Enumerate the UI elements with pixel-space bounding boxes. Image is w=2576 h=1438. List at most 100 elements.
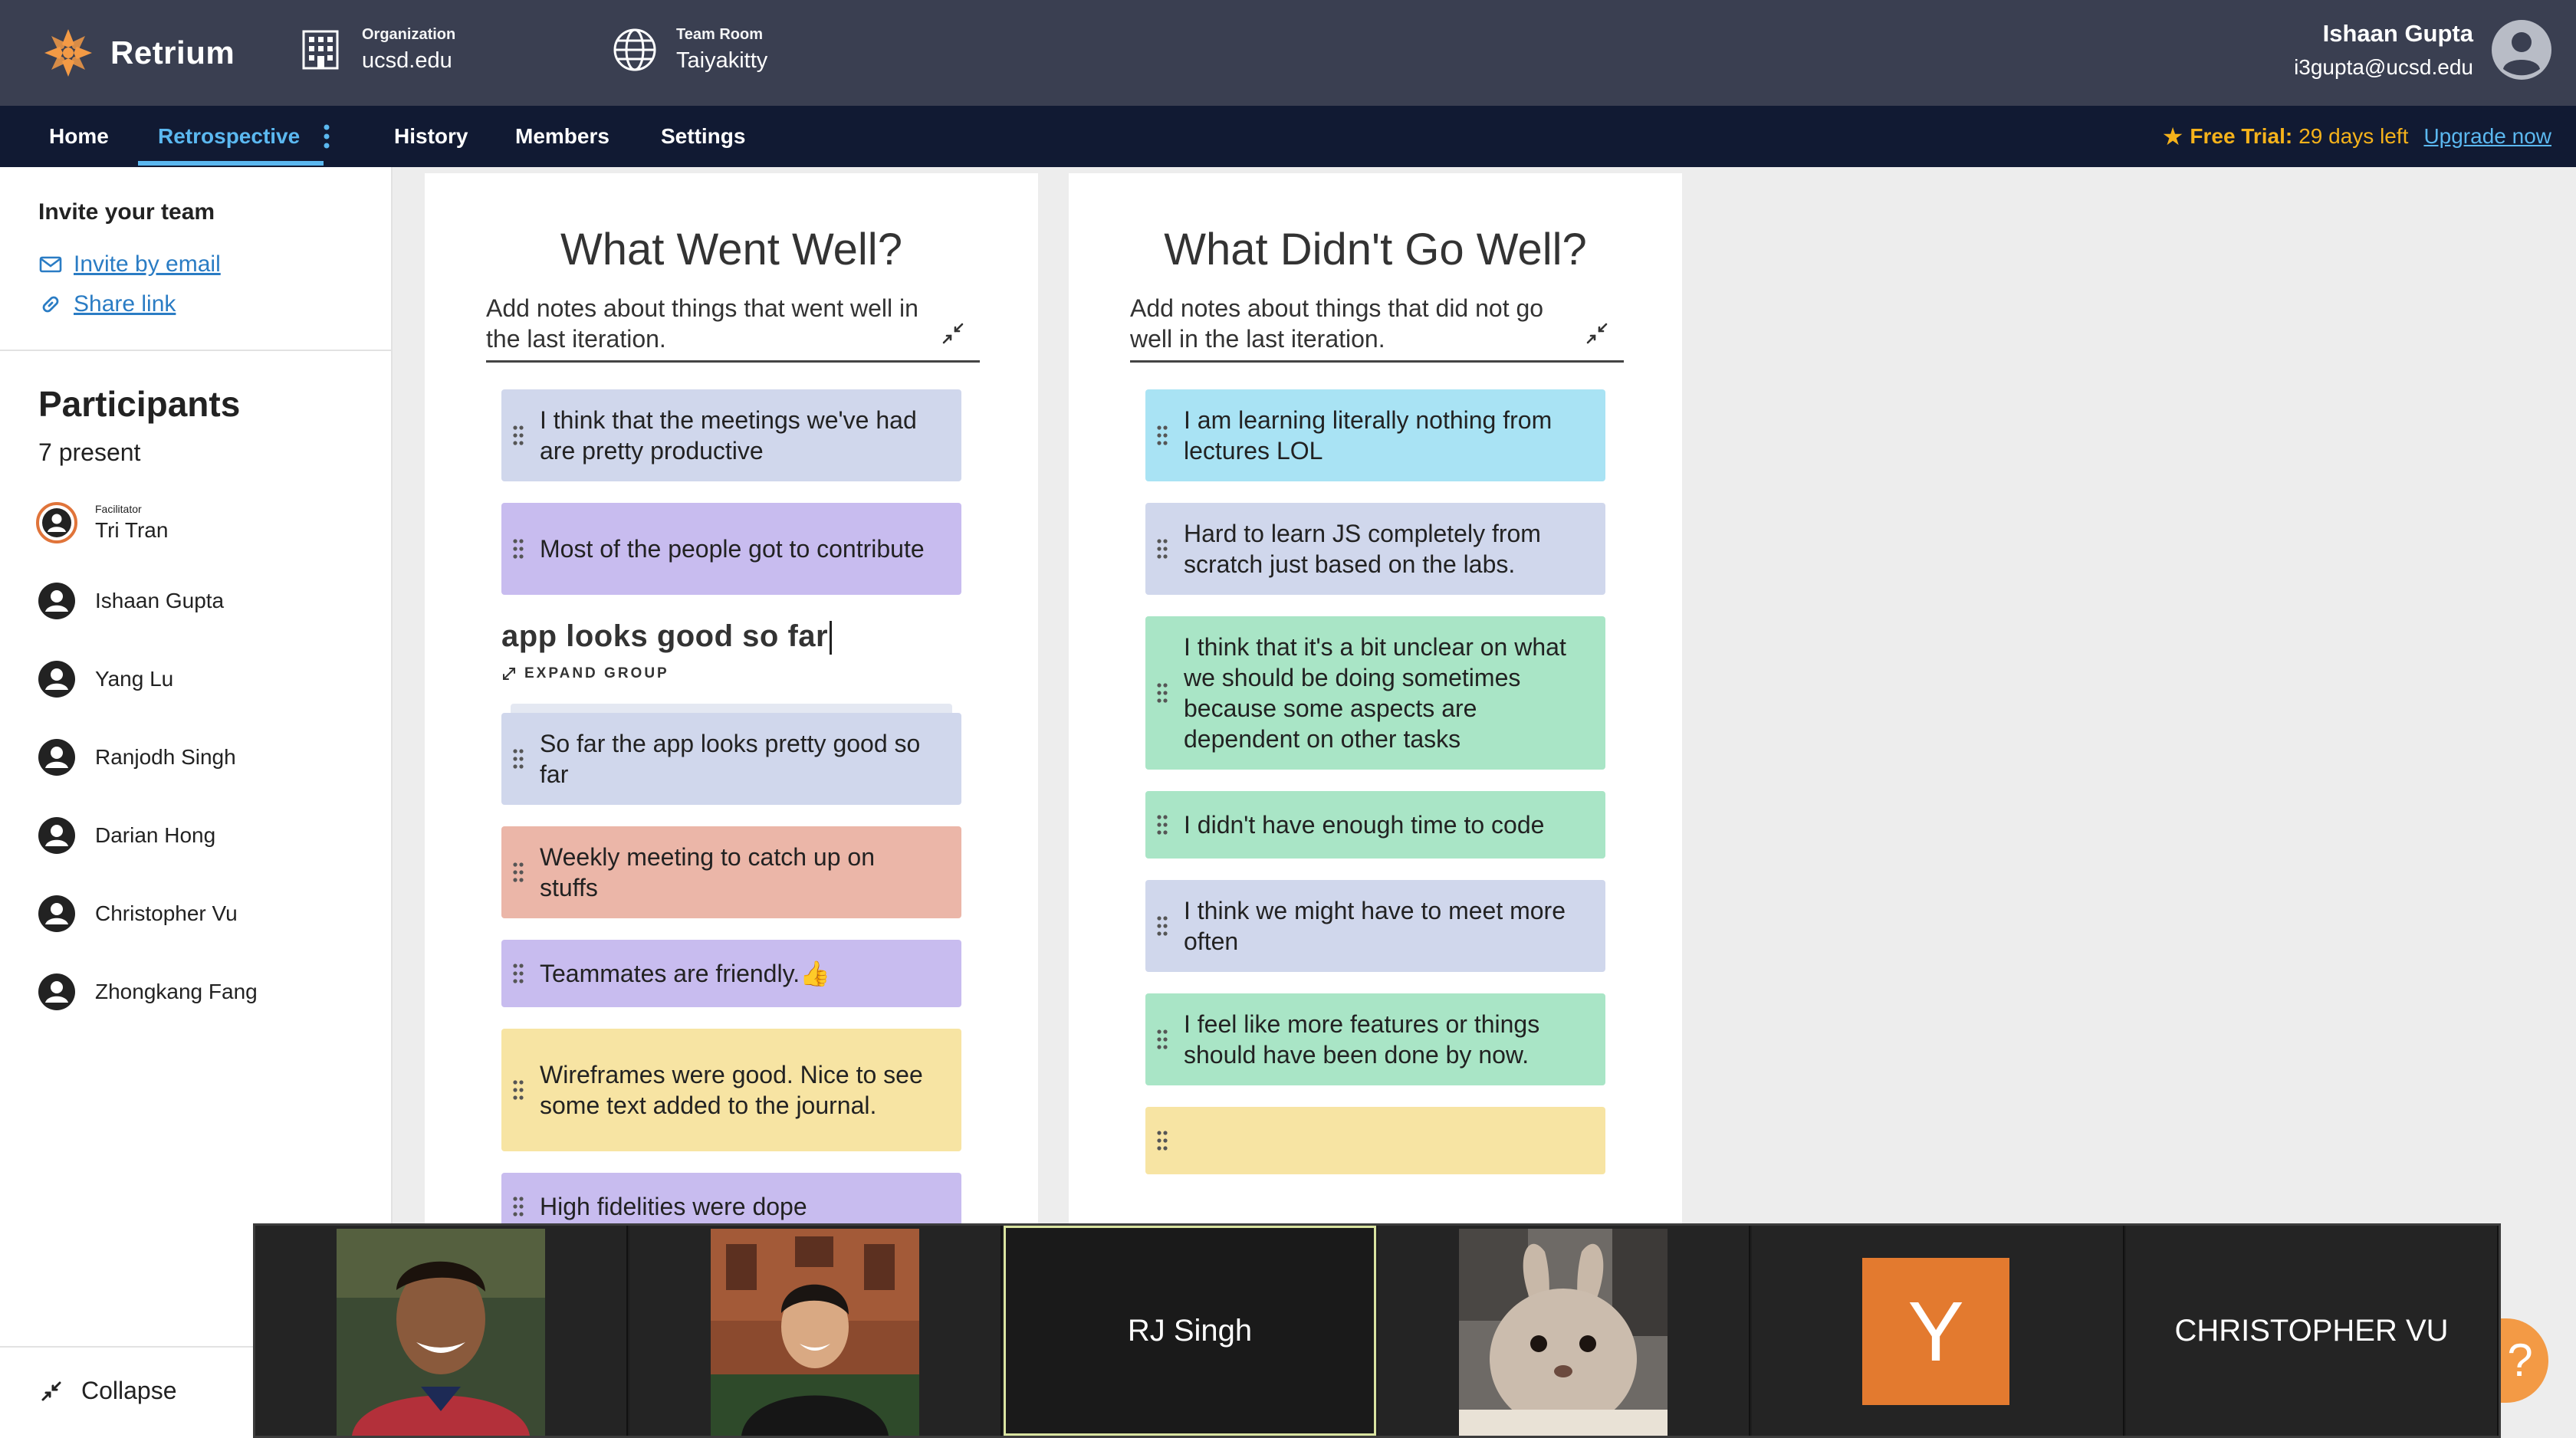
brand[interactable]: Retrium xyxy=(43,28,235,78)
note-text: I think we might have to meet more often xyxy=(1184,897,1566,955)
note-text: I didn't have enough time to code xyxy=(1184,811,1545,839)
expand-group-label: EXPAND GROUP xyxy=(524,665,669,681)
participants-count: 7 present xyxy=(38,438,141,466)
note-card[interactable]: Most of the people got to contribute xyxy=(501,503,961,595)
column-divider xyxy=(486,360,980,363)
minimize-icon[interactable] xyxy=(1584,320,1610,346)
drag-handle-icon[interactable] xyxy=(512,963,524,984)
person-avatar-icon xyxy=(38,583,75,619)
share-link[interactable]: Share link xyxy=(38,291,176,317)
participant-name: Christopher Vu xyxy=(95,901,238,925)
video-call-strip: RJ Singh Y CHRISTOPHER VU xyxy=(253,1223,2501,1438)
note-card[interactable]: I didn't have enough time to code xyxy=(1145,791,1605,859)
video-tile-active-speaker[interactable]: RJ Singh xyxy=(1004,1226,1376,1436)
drag-handle-icon[interactable] xyxy=(1156,1130,1168,1151)
video-tile[interactable]: Y xyxy=(1752,1226,2124,1436)
collapse-button[interactable]: Collapse xyxy=(40,1377,177,1405)
invite-by-email-label: Invite by email xyxy=(74,251,221,277)
note-card[interactable]: Hard to learn JS completely from scratch… xyxy=(1145,503,1605,595)
drag-handle-icon[interactable] xyxy=(1156,814,1168,836)
person-avatar-icon xyxy=(38,817,75,854)
drag-handle-icon[interactable] xyxy=(512,538,524,560)
person-avatar-icon xyxy=(38,739,75,776)
facilitator-role: Facilitator xyxy=(95,503,142,515)
note-card[interactable]: I think that the meetings we've had are … xyxy=(501,389,961,481)
drag-handle-icon[interactable] xyxy=(1156,915,1168,937)
link-icon xyxy=(42,296,59,313)
participant-name: Tri Tran xyxy=(95,518,169,542)
drag-handle-icon[interactable] xyxy=(512,425,524,446)
drag-handle-icon[interactable] xyxy=(1156,1029,1168,1050)
invite-by-email-link[interactable]: Invite by email xyxy=(38,251,221,277)
user-menu[interactable]: Ishaan Gupta i3gupta@ucsd.edu xyxy=(2294,18,2553,81)
text-cursor xyxy=(830,621,833,655)
participant-video-photo xyxy=(337,1229,545,1436)
group-title-input[interactable]: app looks good so far xyxy=(501,619,833,655)
column-title: What Didn't Go Well? xyxy=(1164,225,1587,274)
minimize-icon[interactable] xyxy=(940,320,966,346)
note-text: I think that the meetings we've had are … xyxy=(540,406,917,465)
drag-handle-icon[interactable] xyxy=(512,1079,524,1101)
nav-home[interactable]: Home xyxy=(49,106,109,167)
participant-item: Zhongkang Fang xyxy=(35,970,258,1013)
person-avatar-icon xyxy=(38,973,75,1010)
drag-handle-icon[interactable] xyxy=(1156,425,1168,446)
column-description: Add notes about things that went well in… xyxy=(486,294,918,353)
note-card[interactable]: I think that it's a bit unclear on what … xyxy=(1145,616,1605,770)
team-room-selector[interactable]: Team Room Taiyakitty xyxy=(612,26,767,74)
note-card[interactable]: So far the app looks pretty good so far xyxy=(501,713,961,805)
user-avatar-icon[interactable] xyxy=(2490,18,2553,81)
participant-name: Zhongkang Fang xyxy=(95,980,258,1003)
drag-handle-icon[interactable] xyxy=(512,862,524,883)
initial-avatar: Y xyxy=(1862,1258,2009,1405)
participant-item: Ranjodh Singh xyxy=(35,736,236,779)
note-text: Wireframes were good. Nice to see some t… xyxy=(540,1061,923,1119)
nav-members[interactable]: Members xyxy=(515,106,610,167)
note-card[interactable]: Teammates are friendly.👍 xyxy=(501,940,961,1007)
brand-name: Retrium xyxy=(110,34,235,71)
video-tile[interactable] xyxy=(255,1226,628,1436)
participant-name: Ishaan Gupta xyxy=(95,589,225,612)
building-icon xyxy=(302,30,339,70)
note-card[interactable]: I feel like more features or things shou… xyxy=(1145,993,1605,1085)
nav-history[interactable]: History xyxy=(394,106,468,167)
note-card[interactable]: I am learning literally nothing from lec… xyxy=(1145,389,1605,481)
person-avatar-icon xyxy=(38,661,75,698)
organization-selector[interactable]: Organization ucsd.edu xyxy=(297,26,455,74)
drag-handle-icon[interactable] xyxy=(1156,538,1168,560)
drag-handle-icon[interactable] xyxy=(1156,682,1168,704)
nav-retrospective[interactable]: Retrospective xyxy=(158,106,300,167)
retrium-logo-icon xyxy=(44,29,92,77)
participant-item: Ishaan Gupta xyxy=(35,579,224,622)
note-card[interactable]: Weekly meeting to catch up on stuffs xyxy=(501,826,961,918)
note-card[interactable]: I think we might have to meet more often xyxy=(1145,880,1605,972)
participants-title: Participants xyxy=(38,384,241,424)
globe-icon xyxy=(613,28,656,71)
column-description: Add notes about things that did not go w… xyxy=(1130,294,1544,353)
group-title-text: app looks good so far xyxy=(501,619,829,653)
more-options-icon[interactable] xyxy=(320,123,333,150)
expand-group-button[interactable]: EXPAND GROUP xyxy=(501,665,669,682)
rabbit-photo-icon xyxy=(1459,1229,1668,1436)
video-tile[interactable] xyxy=(629,1226,1002,1436)
upgrade-link[interactable]: Upgrade now xyxy=(2423,106,2551,167)
free-trial-banner: ★ Free Trial: 29 days left Upgrade now xyxy=(2162,106,2551,167)
video-tile-name: CHRISTOPHER VU xyxy=(2174,1313,2449,1348)
mail-icon xyxy=(39,256,62,273)
video-tile[interactable]: CHRISTOPHER VU xyxy=(2126,1226,2499,1436)
drag-handle-icon[interactable] xyxy=(512,1196,524,1217)
video-tile[interactable] xyxy=(1378,1226,1750,1436)
trial-label: Free Trial: xyxy=(2190,124,2293,148)
invite-title: Invite your team xyxy=(38,199,215,225)
person-photo-icon xyxy=(337,1229,545,1436)
drag-handle-icon[interactable] xyxy=(512,748,524,770)
note-card[interactable]: Wireframes were good. Nice to see some t… xyxy=(501,1029,961,1151)
note-text: Teammates are friendly.👍 xyxy=(540,960,830,987)
nav-settings[interactable]: Settings xyxy=(661,106,745,167)
organization-label: Organization xyxy=(362,26,456,43)
video-tile-name: RJ Singh xyxy=(1127,1313,1253,1348)
note-card-empty[interactable] xyxy=(1145,1107,1605,1174)
participant-item: Yang Lu xyxy=(35,658,173,701)
column-title: What Went Well? xyxy=(560,225,902,274)
note-text: Hard to learn JS completely from scratch… xyxy=(1184,520,1541,578)
